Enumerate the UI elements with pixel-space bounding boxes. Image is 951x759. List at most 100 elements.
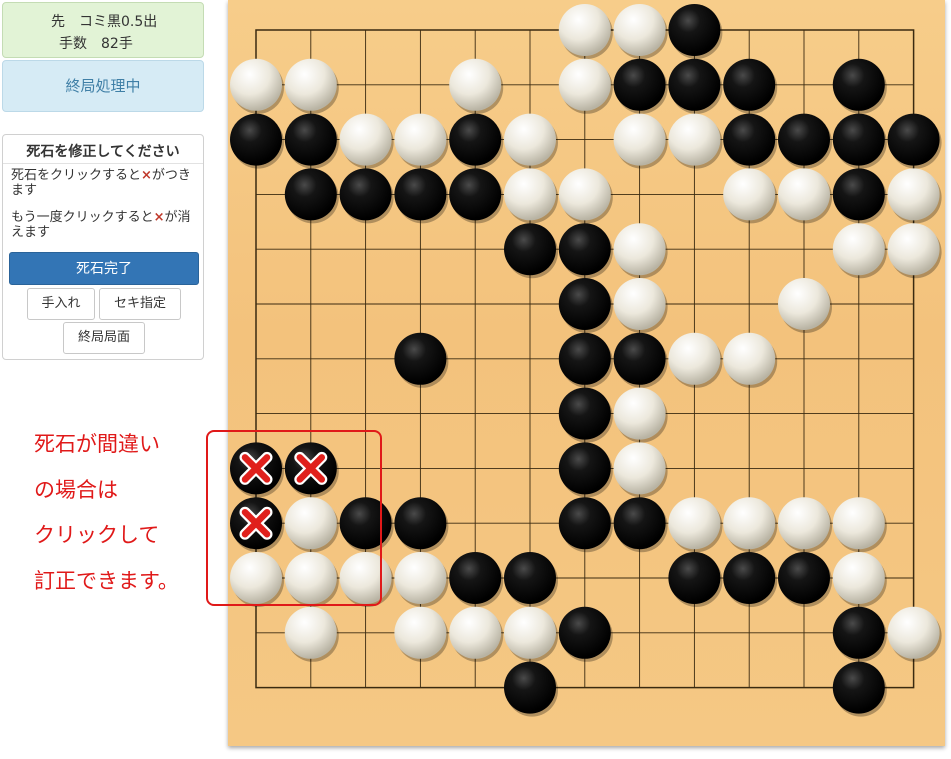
- white-stone[interactable]: [887, 223, 942, 279]
- white-stone[interactable]: [778, 168, 832, 224]
- black-stone[interactable]: [832, 168, 887, 224]
- stone-body: [668, 58, 721, 111]
- stone-body: [284, 606, 337, 659]
- white-stone[interactable]: [832, 552, 887, 607]
- seki-button[interactable]: セキ指定: [99, 288, 181, 320]
- black-stone[interactable]: [558, 606, 613, 662]
- final-position-button[interactable]: 終局局面: [63, 322, 145, 354]
- black-stone[interactable]: [558, 332, 613, 388]
- stone-body: [887, 606, 940, 659]
- white-stone[interactable]: [668, 497, 723, 553]
- black-stone[interactable]: [449, 113, 504, 169]
- black-stone[interactable]: [558, 278, 613, 333]
- black-stone[interactable]: [394, 332, 449, 388]
- black-stone[interactable]: [558, 223, 613, 279]
- stone-body: [723, 168, 776, 221]
- white-stone[interactable]: [394, 552, 449, 607]
- annotation-line-1: 死石が間違い: [34, 432, 160, 456]
- stone-body: [668, 332, 721, 385]
- black-stone[interactable]: [394, 168, 449, 224]
- go-board[interactable]: [228, 0, 945, 746]
- white-stone[interactable]: [613, 278, 668, 333]
- white-stone[interactable]: [558, 168, 613, 224]
- black-stone[interactable]: [558, 497, 613, 553]
- black-stone[interactable]: [284, 113, 339, 169]
- white-stone[interactable]: [449, 606, 504, 662]
- black-stone[interactable]: [723, 58, 778, 114]
- black-stone[interactable]: [668, 552, 723, 607]
- dead-stones-done-button[interactable]: 死石完了: [9, 252, 199, 285]
- black-stone[interactable]: [613, 332, 668, 388]
- white-stone[interactable]: [723, 168, 778, 224]
- white-stone[interactable]: [613, 387, 668, 443]
- white-stone[interactable]: [887, 168, 942, 224]
- black-stone[interactable]: [723, 552, 778, 607]
- black-stone[interactable]: [504, 552, 558, 607]
- white-stone[interactable]: [284, 58, 339, 114]
- white-stone[interactable]: [832, 497, 887, 553]
- black-stone[interactable]: [504, 661, 558, 717]
- stone-body: [558, 168, 611, 221]
- black-stone[interactable]: [887, 113, 942, 169]
- white-stone[interactable]: [394, 113, 449, 169]
- black-stone[interactable]: [778, 552, 832, 607]
- white-stone[interactable]: [449, 58, 504, 114]
- white-stone[interactable]: [394, 606, 449, 662]
- white-stone[interactable]: [339, 113, 394, 169]
- black-stone[interactable]: [832, 58, 887, 114]
- white-stone[interactable]: [284, 606, 339, 662]
- black-stone[interactable]: [449, 168, 504, 224]
- black-stone[interactable]: [668, 58, 723, 114]
- white-stone[interactable]: [613, 113, 668, 169]
- black-stone[interactable]: [558, 387, 613, 443]
- white-stone[interactable]: [504, 168, 558, 224]
- annotation-callout-box: [206, 430, 382, 606]
- black-stone[interactable]: [778, 113, 832, 169]
- white-stone[interactable]: [613, 4, 668, 59]
- black-stone[interactable]: [394, 497, 449, 553]
- stone-body: [230, 113, 282, 166]
- black-stone[interactable]: [613, 58, 668, 114]
- white-stone[interactable]: [558, 58, 613, 114]
- go-board-canvas[interactable]: [228, 0, 945, 746]
- white-stone[interactable]: [668, 113, 723, 169]
- black-stone[interactable]: [284, 168, 339, 224]
- move-count: 手数 82手: [59, 36, 133, 52]
- white-stone[interactable]: [230, 58, 284, 114]
- black-stone[interactable]: [339, 168, 394, 224]
- stone-body: [613, 278, 666, 330]
- black-stone[interactable]: [832, 606, 887, 662]
- stone-body: [613, 497, 666, 550]
- tesuire-button[interactable]: 手入れ: [27, 288, 95, 320]
- black-stone[interactable]: [230, 113, 284, 169]
- black-stone[interactable]: [668, 4, 723, 59]
- white-stone[interactable]: [558, 4, 613, 59]
- black-stone[interactable]: [832, 113, 887, 169]
- white-stone[interactable]: [832, 223, 887, 279]
- stone-body: [394, 552, 447, 604]
- white-stone[interactable]: [887, 606, 942, 662]
- white-stone[interactable]: [504, 606, 558, 662]
- white-stone[interactable]: [723, 332, 778, 388]
- black-stone[interactable]: [504, 223, 558, 279]
- white-stone[interactable]: [778, 278, 832, 333]
- stone-body: [449, 606, 502, 659]
- stone-body: [449, 58, 502, 111]
- white-stone[interactable]: [504, 113, 558, 169]
- white-stone[interactable]: [778, 497, 832, 553]
- stone-body: [394, 497, 447, 550]
- white-stone[interactable]: [723, 497, 778, 553]
- white-stone[interactable]: [613, 223, 668, 279]
- stone-body: [887, 223, 940, 276]
- divider: [3, 163, 203, 164]
- white-stone[interactable]: [613, 442, 668, 498]
- black-stone[interactable]: [832, 661, 887, 717]
- stone-body: [394, 168, 447, 221]
- black-stone[interactable]: [558, 442, 613, 498]
- black-stone[interactable]: [723, 113, 778, 169]
- stone-body: [778, 168, 830, 221]
- stone-body: [832, 606, 885, 659]
- white-stone[interactable]: [668, 332, 723, 388]
- black-stone[interactable]: [449, 552, 504, 607]
- black-stone[interactable]: [613, 497, 668, 553]
